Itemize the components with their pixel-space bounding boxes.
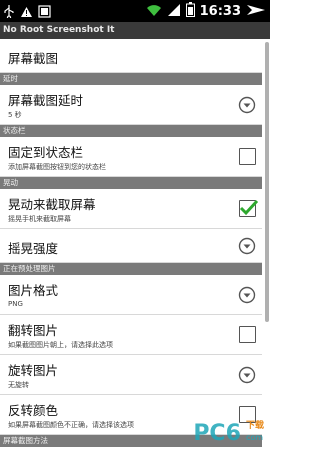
- dropdown-icon[interactable]: [238, 366, 256, 388]
- rotate-image-item[interactable]: 旋转图片 无旋转: [0, 355, 262, 395]
- item-summary: 摇晃手机来截取屏幕: [8, 215, 71, 223]
- app-title-bar: No Root Screenshot It: [0, 22, 270, 39]
- item-title: 晃动来截取屏幕: [8, 197, 96, 212]
- image-format-item[interactable]: 图片格式 PNG: [0, 275, 262, 315]
- section-header-preprocessing: 正在预处理图片: [0, 263, 262, 275]
- item-title: 旋转图片: [8, 363, 59, 378]
- item-summary: 无旋转: [8, 381, 29, 389]
- status-bar: 16:33: [0, 0, 270, 22]
- item-title: 摇晃强度: [8, 241, 59, 256]
- pin-to-status-bar-item[interactable]: 固定到状态栏 添加屏幕截图按钮到您的状态栏: [0, 137, 262, 177]
- dropdown-icon[interactable]: [238, 237, 256, 259]
- item-title: 屏幕截图延时: [8, 93, 84, 108]
- take-screenshot-item[interactable]: 屏幕截图: [0, 39, 262, 73]
- dropdown-icon[interactable]: [238, 286, 256, 308]
- item-title: 图片格式: [8, 283, 59, 298]
- item-summary: 添加屏幕截图按钮到您的状态栏: [8, 163, 106, 171]
- section-header-status-bar: 状态栏: [0, 125, 262, 137]
- shake-to-capture-checkbox[interactable]: [239, 199, 259, 217]
- scrollbar[interactable]: [265, 42, 269, 322]
- flip-image-item[interactable]: 翻转图片 如果截图图片朝上，请选择此选项: [0, 315, 262, 355]
- watermark-brand: PC6: [193, 421, 241, 446]
- watermark-domain: com: [245, 433, 264, 442]
- wifi-icon: [146, 2, 162, 21]
- section-header-delay: 延时: [0, 73, 262, 85]
- signal-icon: [167, 2, 181, 21]
- status-time: 16:33: [199, 4, 241, 19]
- item-title: 固定到状态栏: [8, 145, 84, 160]
- battery-icon: [185, 2, 195, 21]
- dropdown-icon[interactable]: [238, 96, 256, 118]
- item-title: 翻转图片: [8, 323, 59, 338]
- item-summary: 如果截图图片朝上，请选择此选项: [8, 341, 113, 349]
- section-header-shake: 晃动: [0, 177, 262, 189]
- pc6-watermark-logo: PC6 下载 com: [193, 421, 264, 446]
- watermark-suffix: 下载: [245, 421, 264, 431]
- pin-to-status-bar-checkbox[interactable]: [239, 148, 256, 165]
- item-title: 屏幕截图: [8, 51, 59, 66]
- screenshot-delay-item[interactable]: 屏幕截图延时 5 秒: [0, 85, 262, 125]
- screenshot-app-icon: [38, 3, 51, 22]
- warning-icon: [20, 3, 33, 22]
- flip-image-checkbox[interactable]: [239, 326, 256, 343]
- item-summary: 5 秒: [8, 111, 22, 119]
- shake-to-capture-item[interactable]: 晃动来截取屏幕 摇晃手机来截取屏幕: [0, 189, 262, 229]
- item-summary: PNG: [8, 300, 23, 308]
- usb-icon: [3, 3, 15, 22]
- item-summary: 如果屏幕截图颜色不正确，请选择该选项: [8, 421, 134, 429]
- screenshot-capture-icon: [246, 2, 266, 21]
- shake-intensity-item[interactable]: 摇晃强度: [0, 229, 262, 263]
- item-title: 反转颜色: [8, 403, 59, 418]
- checkmark-icon: [239, 199, 259, 216]
- preference-list: 屏幕截图 延时 屏幕截图延时 5 秒 状态栏 固定到状态栏 添加屏幕截图按钮到您…: [0, 39, 262, 447]
